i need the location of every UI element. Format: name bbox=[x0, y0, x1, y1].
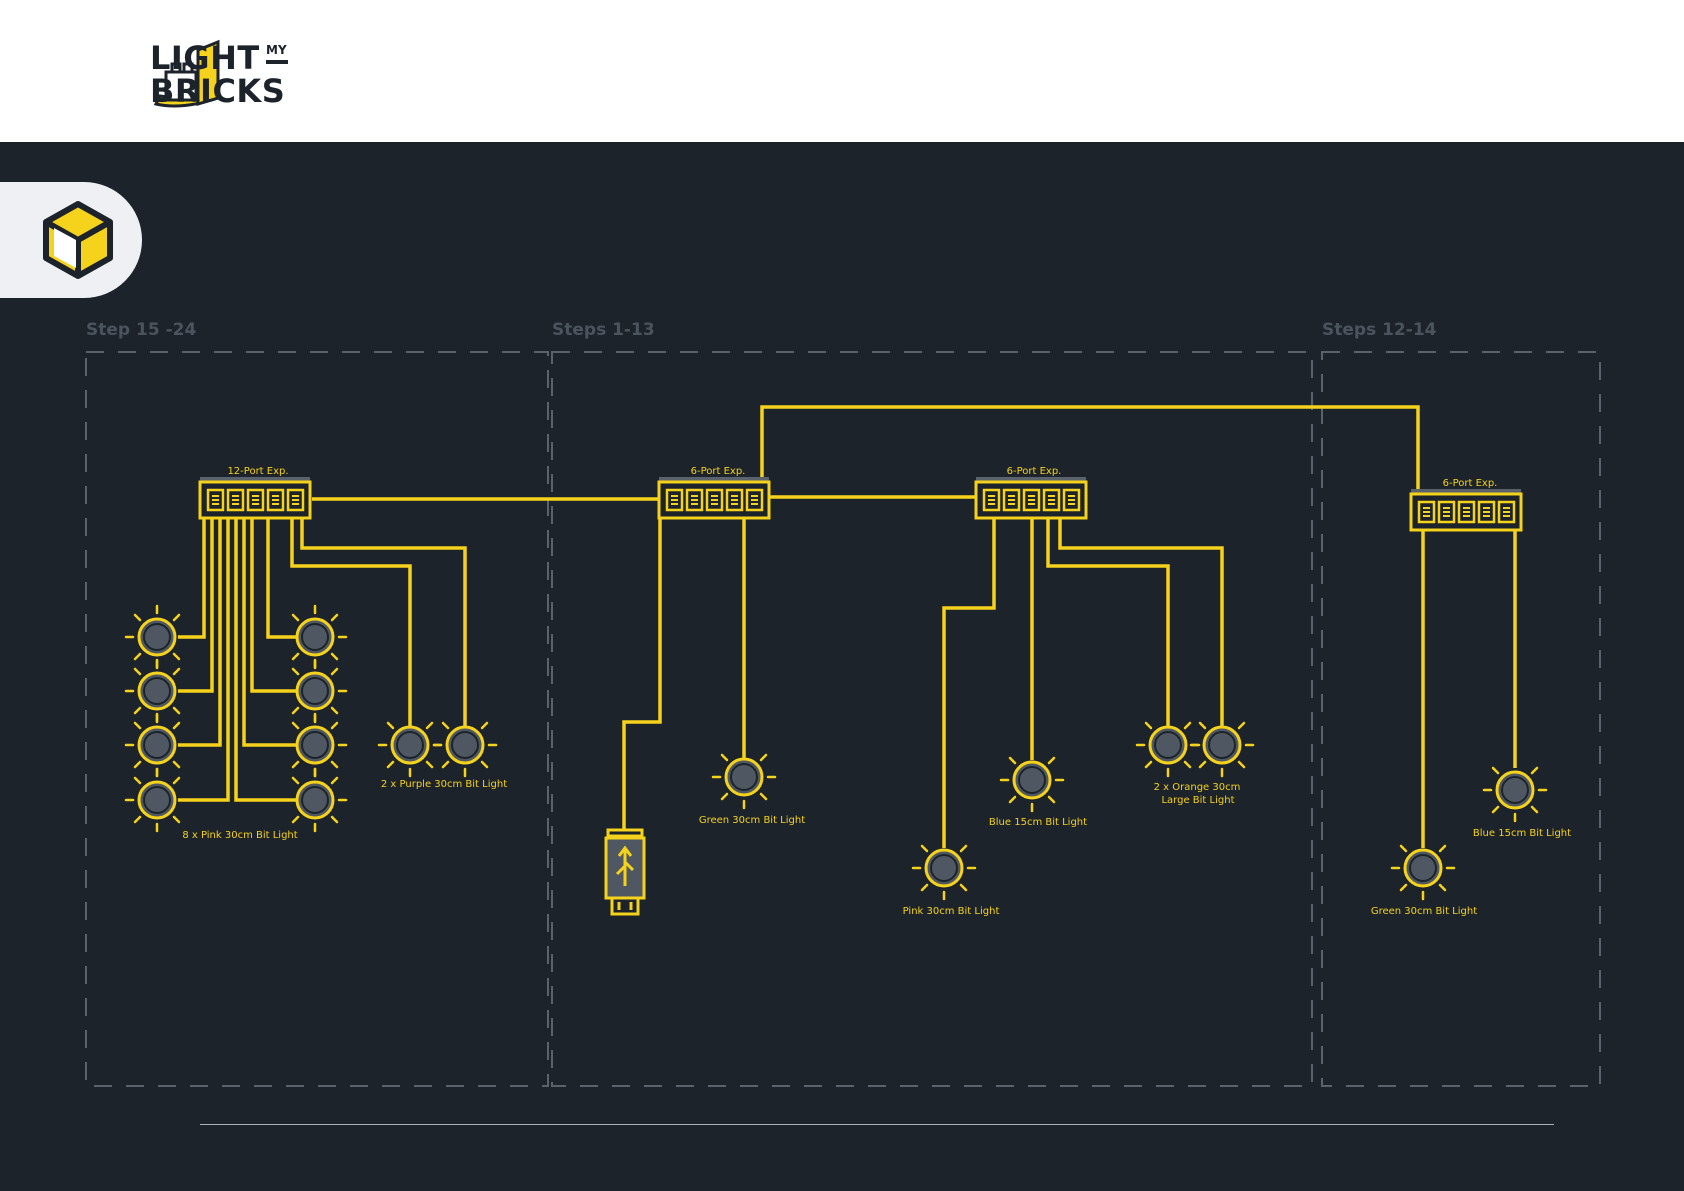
wiring-diagram: 12-Port Exp. 6-Port Exp. 6-Port Exp. 6-P… bbox=[85, 351, 1601, 1087]
blue-light-2 bbox=[1482, 757, 1548, 823]
step-box-15-24 bbox=[85, 351, 549, 1087]
label-pink-single: Pink 30cm Bit Light bbox=[903, 906, 1000, 917]
bit-light-icons bbox=[124, 604, 1548, 901]
expander-label-12-port: 12-Port Exp. bbox=[227, 466, 288, 477]
label-blue-2: Blue 15cm Bit Light bbox=[1473, 828, 1571, 839]
light-labels: 8 x Pink 30cm Bit Light 2 x Purple 30cm … bbox=[182, 779, 1571, 917]
wires bbox=[178, 405, 1517, 848]
step-box-12-14 bbox=[1321, 351, 1601, 1087]
expander-12-port bbox=[198, 475, 312, 520]
expander-label-6-port-1: 6-Port Exp. bbox=[691, 466, 746, 477]
label-blue-1: Blue 15cm Bit Light bbox=[989, 817, 1087, 828]
label-orange-line2: Large Bit Light bbox=[1161, 795, 1234, 806]
label-purple-2x: 2 x Purple 30cm Bit Light bbox=[381, 779, 507, 790]
footer-divider bbox=[200, 1124, 1554, 1125]
step-box-1-13 bbox=[551, 351, 1313, 1087]
label-green-1: Green 30cm Bit Light bbox=[699, 815, 805, 826]
step-boxes bbox=[85, 351, 1601, 1087]
expander-6-port-1 bbox=[657, 475, 771, 520]
expander-labels: 12-Port Exp. 6-Port Exp. 6-Port Exp. 6-P… bbox=[227, 466, 1497, 489]
label-orange-line1: 2 x Orange 30cm bbox=[1154, 782, 1241, 793]
label-green-2: Green 30cm Bit Light bbox=[1371, 906, 1477, 917]
expander-6-port-2 bbox=[974, 475, 1088, 520]
expander-label-6-port-3: 6-Port Exp. bbox=[1443, 478, 1498, 489]
usb-connector-icon bbox=[604, 828, 646, 916]
expander-6-port-3 bbox=[1409, 487, 1523, 532]
label-pink-8x: 8 x Pink 30cm Bit Light bbox=[182, 830, 297, 841]
expander-label-6-port-2: 6-Port Exp. bbox=[1007, 466, 1062, 477]
